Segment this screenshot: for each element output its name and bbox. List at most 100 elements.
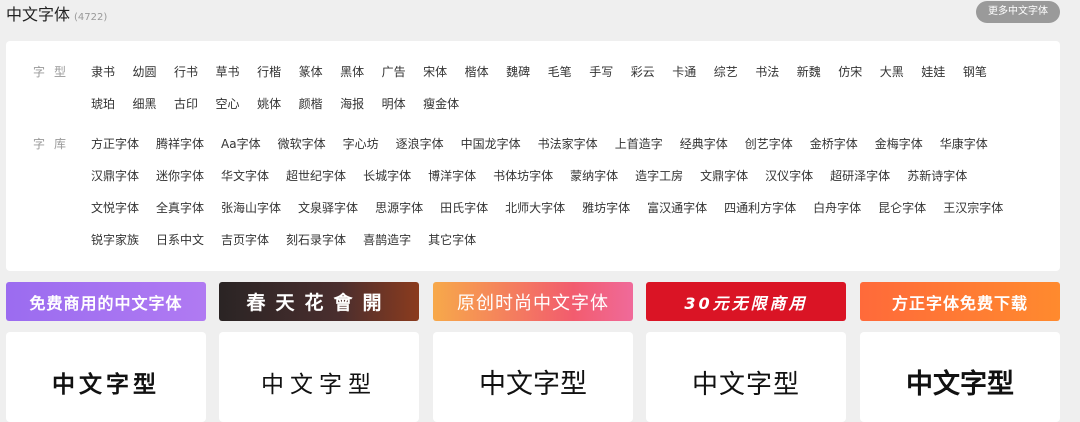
promo-banner-unlimited[interactable]: 30元无限商用 — [646, 282, 846, 321]
font-style-tag[interactable]: 颜楷 — [299, 94, 323, 114]
more-fonts-button[interactable]: 更多中文字体 — [976, 1, 1060, 23]
font-library-tag[interactable]: 创艺字体 — [745, 134, 793, 154]
font-card[interactable]: 中文字型 — [860, 332, 1060, 422]
font-library-tag[interactable]: 其它字体 — [428, 230, 476, 250]
font-library-tag[interactable]: 苏新诗字体 — [907, 166, 967, 186]
font-style-tag[interactable]: 明体 — [382, 94, 406, 114]
font-library-tag[interactable]: 迷你字体 — [156, 166, 204, 186]
font-library-tag[interactable]: 造字工房 — [635, 166, 683, 186]
font-library-tag[interactable]: 吉页字体 — [221, 230, 269, 250]
style-filter-label: 字型 — [33, 65, 76, 79]
font-style-tag[interactable]: 手写 — [589, 62, 613, 82]
font-style-tag[interactable]: 篆体 — [299, 62, 323, 82]
font-style-tag[interactable]: 娃娃 — [921, 62, 945, 82]
font-style-tag[interactable]: 草书 — [216, 62, 240, 82]
font-library-tag[interactable]: 汉仪字体 — [765, 166, 813, 186]
font-library-tag[interactable]: 书体坊字体 — [493, 166, 553, 186]
font-library-tag[interactable]: 中国龙字体 — [461, 134, 521, 154]
font-library-tag[interactable]: 文鼎字体 — [700, 166, 748, 186]
font-library-tag[interactable]: 四通利方字体 — [724, 198, 796, 218]
font-library-tag[interactable]: 超研泽字体 — [830, 166, 890, 186]
font-style-tag[interactable]: 书法 — [755, 62, 779, 82]
font-library-tag[interactable]: 雅坊字体 — [582, 198, 630, 218]
font-library-tag[interactable]: 腾祥字体 — [156, 134, 204, 154]
font-style-tag[interactable]: 幼圆 — [133, 62, 157, 82]
library-filter-label: 字库 — [33, 137, 76, 151]
font-style-tag[interactable]: 空心 — [216, 94, 240, 114]
font-style-tag[interactable]: 瘦金体 — [423, 94, 459, 114]
font-library-tag[interactable]: 蒙纳字体 — [570, 166, 618, 186]
font-library-tag[interactable]: 文悦字体 — [91, 198, 139, 218]
font-style-tag[interactable]: 楷体 — [465, 62, 489, 82]
font-style-tag[interactable]: 隶书 — [91, 62, 115, 82]
library-tag-list: 方正字体 腾祥字体 Aa字体 微软字体 字心坊 逐浪字体 中国龙字体 书法家字体 上首造字 经典字… — [91, 134, 1021, 262]
font-library-tag[interactable]: 昆仑字体 — [878, 198, 926, 218]
font-style-tag[interactable]: 广告 — [382, 62, 406, 82]
font-library-tag[interactable]: 上首造字 — [615, 134, 663, 154]
font-card[interactable]: 中文字型 — [646, 332, 846, 422]
font-preview-text: 中文字型 — [691, 370, 800, 400]
font-library-tag[interactable]: 北师大字体 — [505, 198, 565, 218]
font-library-tag[interactable]: 白舟字体 — [813, 198, 861, 218]
page-header: 中文字体 (4722) 更多中文字体 — [0, 0, 1080, 36]
font-library-tag[interactable]: 金梅字体 — [875, 134, 923, 154]
font-library-tag[interactable]: 博洋字体 — [428, 166, 476, 186]
font-library-tag[interactable]: 逐浪字体 — [396, 134, 444, 154]
font-style-tag[interactable]: 魏碑 — [506, 62, 530, 82]
font-library-tag[interactable]: 华文字体 — [221, 166, 269, 186]
font-library-tag[interactable]: 字心坊 — [343, 134, 379, 154]
font-style-tag[interactable]: 综艺 — [714, 62, 738, 82]
font-library-tag[interactable]: 经典字体 — [680, 134, 728, 154]
font-library-tag[interactable]: 富汉通字体 — [647, 198, 707, 218]
font-style-tag[interactable]: 黑体 — [340, 62, 364, 82]
font-style-tag[interactable]: 彩云 — [631, 62, 655, 82]
promo-banner-original-fashion[interactable]: 原创时尚中文字体 — [433, 282, 633, 321]
font-library-tag[interactable]: 汉鼎字体 — [91, 166, 139, 186]
promo-banner-spring[interactable]: 春天花會開 — [219, 282, 419, 321]
font-style-tag[interactable]: 细黑 — [133, 94, 157, 114]
font-card[interactable]: 中文字型 — [6, 332, 206, 422]
style-tag-list: 隶书 幼圆 行书 草书 行楷 篆体 黑体 广告 宋体 楷体 魏碑 毛笔 手写 彩云 卡通 综艺 书法 新魏 仿宋 大黑… — [91, 62, 1021, 126]
font-style-tag[interactable]: 海报 — [340, 94, 364, 114]
font-style-tag[interactable]: 琥珀 — [91, 94, 115, 114]
font-library-tag[interactable]: 锐字家族 — [91, 230, 139, 250]
font-library-tag[interactable]: 微软字体 — [278, 134, 326, 154]
font-library-tag[interactable]: 张海山字体 — [221, 198, 281, 218]
font-library-tag[interactable]: 喜鹊造字 — [363, 230, 411, 250]
font-style-tag[interactable]: 行书 — [174, 62, 198, 82]
font-card[interactable]: 中文字型 — [433, 332, 633, 422]
font-library-tag[interactable]: 全真字体 — [156, 198, 204, 218]
font-library-tag[interactable]: 长城字体 — [363, 166, 411, 186]
page-title: 中文字体 (4722) — [6, 5, 107, 28]
font-style-tag[interactable]: 新魏 — [797, 62, 821, 82]
font-style-tag[interactable]: 大黑 — [880, 62, 904, 82]
promo-banner-founder-free[interactable]: 方正字体免费下载 — [860, 282, 1060, 321]
font-library-tag[interactable]: 田氏字体 — [440, 198, 488, 218]
font-library-tag[interactable]: 文泉驿字体 — [298, 198, 358, 218]
font-preview-text: 中文字型 — [906, 369, 1014, 400]
font-style-tag[interactable]: 仿宋 — [838, 62, 862, 82]
font-style-tag[interactable]: 毛笔 — [548, 62, 572, 82]
page-title-text: 中文字体 — [6, 5, 71, 24]
font-library-tag[interactable]: 超世纪字体 — [286, 166, 346, 186]
font-style-tag[interactable]: 行楷 — [257, 62, 281, 82]
font-library-tag[interactable]: 方正字体 — [91, 134, 139, 154]
font-library-tag[interactable]: 王汉宗字体 — [943, 198, 1003, 218]
font-style-tag[interactable]: 宋体 — [423, 62, 447, 82]
font-style-tag[interactable]: 卡通 — [672, 62, 696, 82]
font-library-tag[interactable]: 日系中文 — [156, 230, 204, 250]
font-card[interactable]: 中文字型 — [219, 332, 419, 422]
font-library-tag[interactable]: 金桥字体 — [810, 134, 858, 154]
font-library-tag[interactable]: 刻石录字体 — [286, 230, 346, 250]
promo-banner-row: 免费商用的中文字体 春天花會開 原创时尚中文字体 30元无限商用 方正字体免费下… — [6, 282, 1060, 322]
font-library-tag[interactable]: 思源字体 — [375, 198, 423, 218]
font-library-tag[interactable]: 华康字体 — [940, 134, 988, 154]
font-library-tag[interactable]: 书法家字体 — [538, 134, 598, 154]
font-style-tag[interactable]: 姚体 — [257, 94, 281, 114]
font-preview-text: 中文字型 — [52, 371, 160, 398]
promo-banner-free-commercial[interactable]: 免费商用的中文字体 — [6, 282, 206, 321]
font-library-tag[interactable]: Aa字体 — [221, 134, 261, 154]
font-style-tag[interactable]: 钢笔 — [963, 62, 987, 82]
font-style-tag[interactable]: 古印 — [174, 94, 198, 114]
font-preview-text: 中文字型 — [479, 369, 587, 400]
